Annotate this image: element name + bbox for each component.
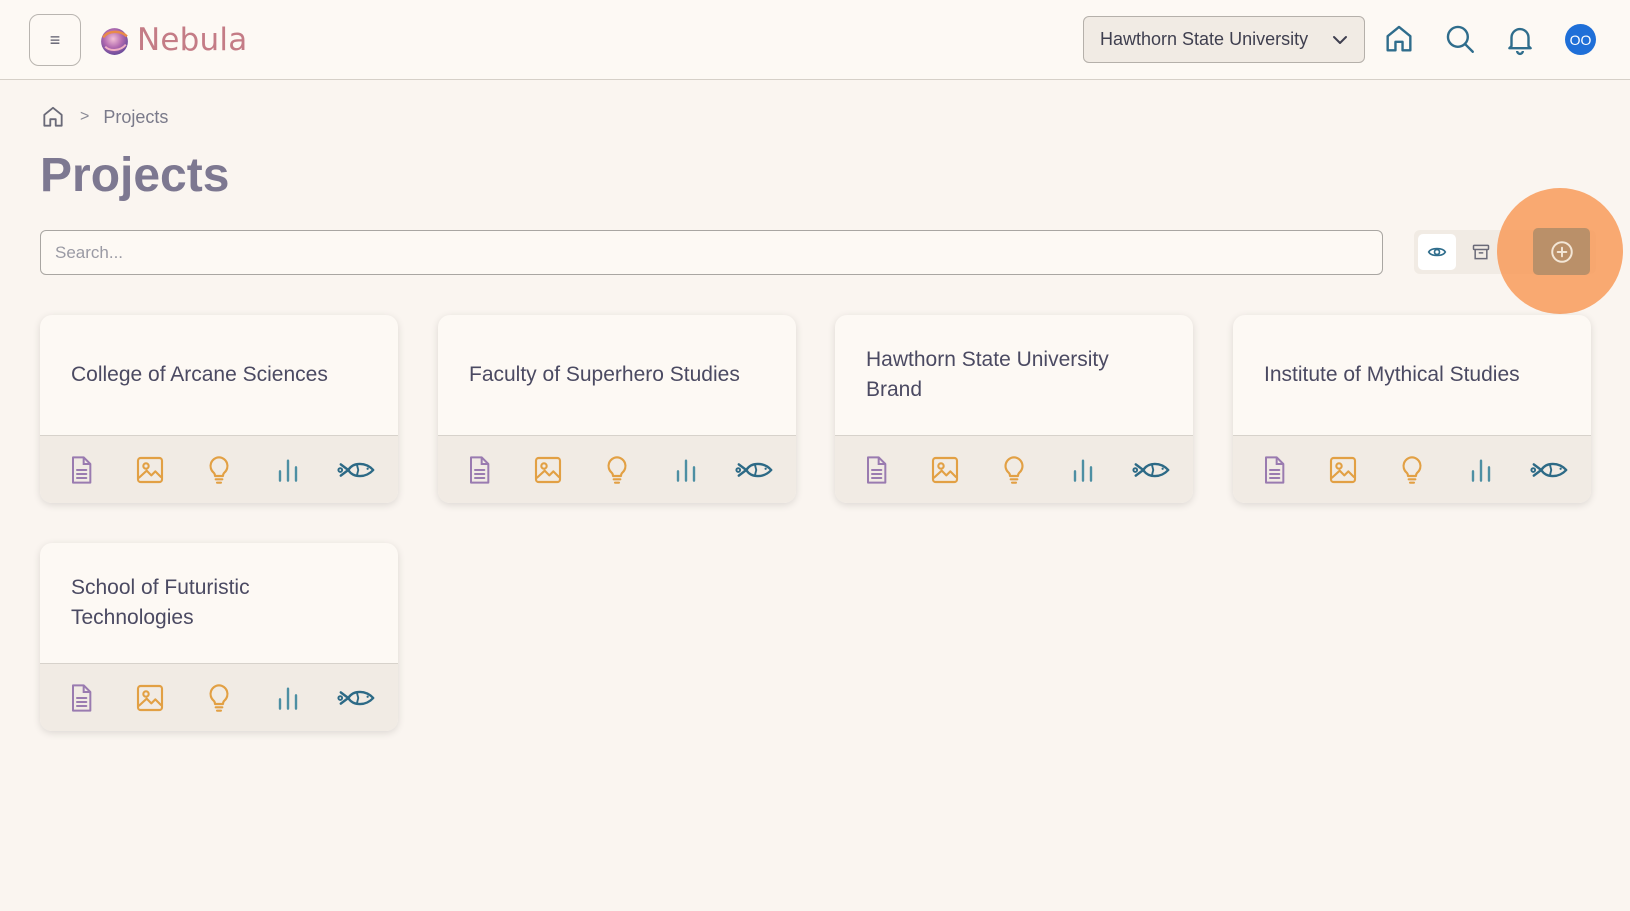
bar-chart-icon: [1471, 458, 1491, 482]
lightbulb-icon: [209, 455, 229, 484]
image-icon: [136, 456, 163, 483]
document-icon: [469, 455, 489, 484]
image-icon: [931, 456, 958, 483]
project-card[interactable]: Institute of Mythical Studies: [1233, 315, 1591, 503]
breadcrumb-home-icon[interactable]: [40, 104, 66, 130]
fish-action[interactable]: [1530, 450, 1570, 490]
project-card-title: School of Futuristic Technologies: [71, 576, 250, 629]
add-project-button[interactable]: [1533, 228, 1590, 275]
project-card-title: Faculty of Superhero Studies: [469, 363, 740, 386]
fish-icon: [1530, 462, 1568, 477]
idea-action[interactable]: [597, 450, 637, 490]
document-icon: [71, 455, 91, 484]
idea-action[interactable]: [199, 678, 239, 718]
lightbulb-icon: [209, 683, 229, 712]
user-avatar[interactable]: OO: [1565, 24, 1596, 55]
idea-action[interactable]: [1392, 450, 1432, 490]
search-input[interactable]: [40, 230, 1383, 275]
idea-action[interactable]: [994, 450, 1034, 490]
image-icon: [1329, 456, 1356, 483]
fish-action[interactable]: [337, 678, 377, 718]
image-action[interactable]: [925, 450, 965, 490]
show-active-button[interactable]: [1418, 234, 1456, 270]
document-action[interactable]: [61, 450, 101, 490]
breadcrumb-current: Projects: [103, 106, 169, 127]
bar-chart-icon: [676, 458, 696, 482]
project-card[interactable]: Faculty of Superhero Studies: [438, 315, 796, 503]
brand-name: Nebula: [137, 22, 248, 58]
fish-icon: [337, 690, 375, 705]
fish-icon: [735, 462, 773, 477]
project-card-actions: [40, 435, 398, 503]
document-action[interactable]: [459, 450, 499, 490]
image-icon: [534, 456, 561, 483]
analytics-action[interactable]: [666, 450, 706, 490]
hamburger-icon: ≡: [49, 29, 61, 50]
lightbulb-icon: [1402, 455, 1422, 484]
document-icon: [866, 455, 886, 484]
lightbulb-icon: [607, 455, 627, 484]
search-icon[interactable]: [1443, 22, 1477, 56]
fish-action[interactable]: [735, 450, 775, 490]
lightbulb-icon: [1004, 455, 1024, 484]
bar-chart-icon: [278, 686, 298, 710]
nebula-logo-icon: [101, 27, 128, 55]
menu-button[interactable]: ≡: [29, 14, 81, 66]
fish-icon: [337, 462, 375, 477]
image-action[interactable]: [1323, 450, 1363, 490]
analytics-action[interactable]: [268, 450, 308, 490]
document-action[interactable]: [61, 678, 101, 718]
eye-icon: [1427, 247, 1447, 257]
project-card-title: College of Arcane Sciences: [71, 363, 328, 386]
analytics-action[interactable]: [268, 678, 308, 718]
organization-selector[interactable]: Hawthorn State University: [1083, 16, 1365, 63]
idea-action[interactable]: [199, 450, 239, 490]
breadcrumb: > Projects: [40, 104, 168, 130]
bar-chart-icon: [278, 458, 298, 482]
fish-icon: [1132, 462, 1170, 477]
show-archived-button[interactable]: [1462, 234, 1500, 270]
avatar-initials: OO: [1569, 31, 1592, 48]
image-action[interactable]: [130, 450, 170, 490]
analytics-action[interactable]: [1063, 450, 1103, 490]
document-action[interactable]: [856, 450, 896, 490]
project-card-title: Institute of Mythical Studies: [1264, 363, 1520, 386]
project-card-actions: [1233, 435, 1591, 503]
chevron-down-icon: [1333, 36, 1347, 44]
document-icon: [1264, 455, 1284, 484]
image-action[interactable]: [130, 678, 170, 718]
document-icon: [71, 683, 91, 712]
image-action[interactable]: [528, 450, 568, 490]
analytics-action[interactable]: [1461, 450, 1501, 490]
home-icon[interactable]: [1382, 22, 1416, 56]
bar-chart-icon: [1073, 458, 1093, 482]
project-card[interactable]: Hawthorn State University Brand: [835, 315, 1193, 503]
fish-action[interactable]: [337, 450, 377, 490]
brand-logo[interactable]: Nebula: [98, 22, 247, 58]
fish-action[interactable]: [1132, 450, 1172, 490]
plus-circle-icon: [1550, 240, 1573, 263]
project-card-title: Hawthorn State University Brand: [866, 348, 1109, 401]
page-title: Projects: [40, 149, 230, 202]
project-card-actions: [40, 663, 398, 731]
image-icon: [136, 684, 163, 711]
project-card-actions: [438, 435, 796, 503]
project-card[interactable]: School of Futuristic Technologies: [40, 543, 398, 731]
document-action[interactable]: [1254, 450, 1294, 490]
breadcrumb-separator: >: [80, 108, 90, 125]
organization-selector-value: Hawthorn State University: [1100, 29, 1309, 49]
project-card[interactable]: College of Arcane Sciences: [40, 315, 398, 503]
top-bar: ≡ Nebula Hawthorn State University OO: [0, 0, 1630, 80]
project-card-actions: [835, 435, 1193, 503]
archive-icon: [1472, 244, 1490, 260]
bell-icon[interactable]: [1503, 22, 1537, 56]
